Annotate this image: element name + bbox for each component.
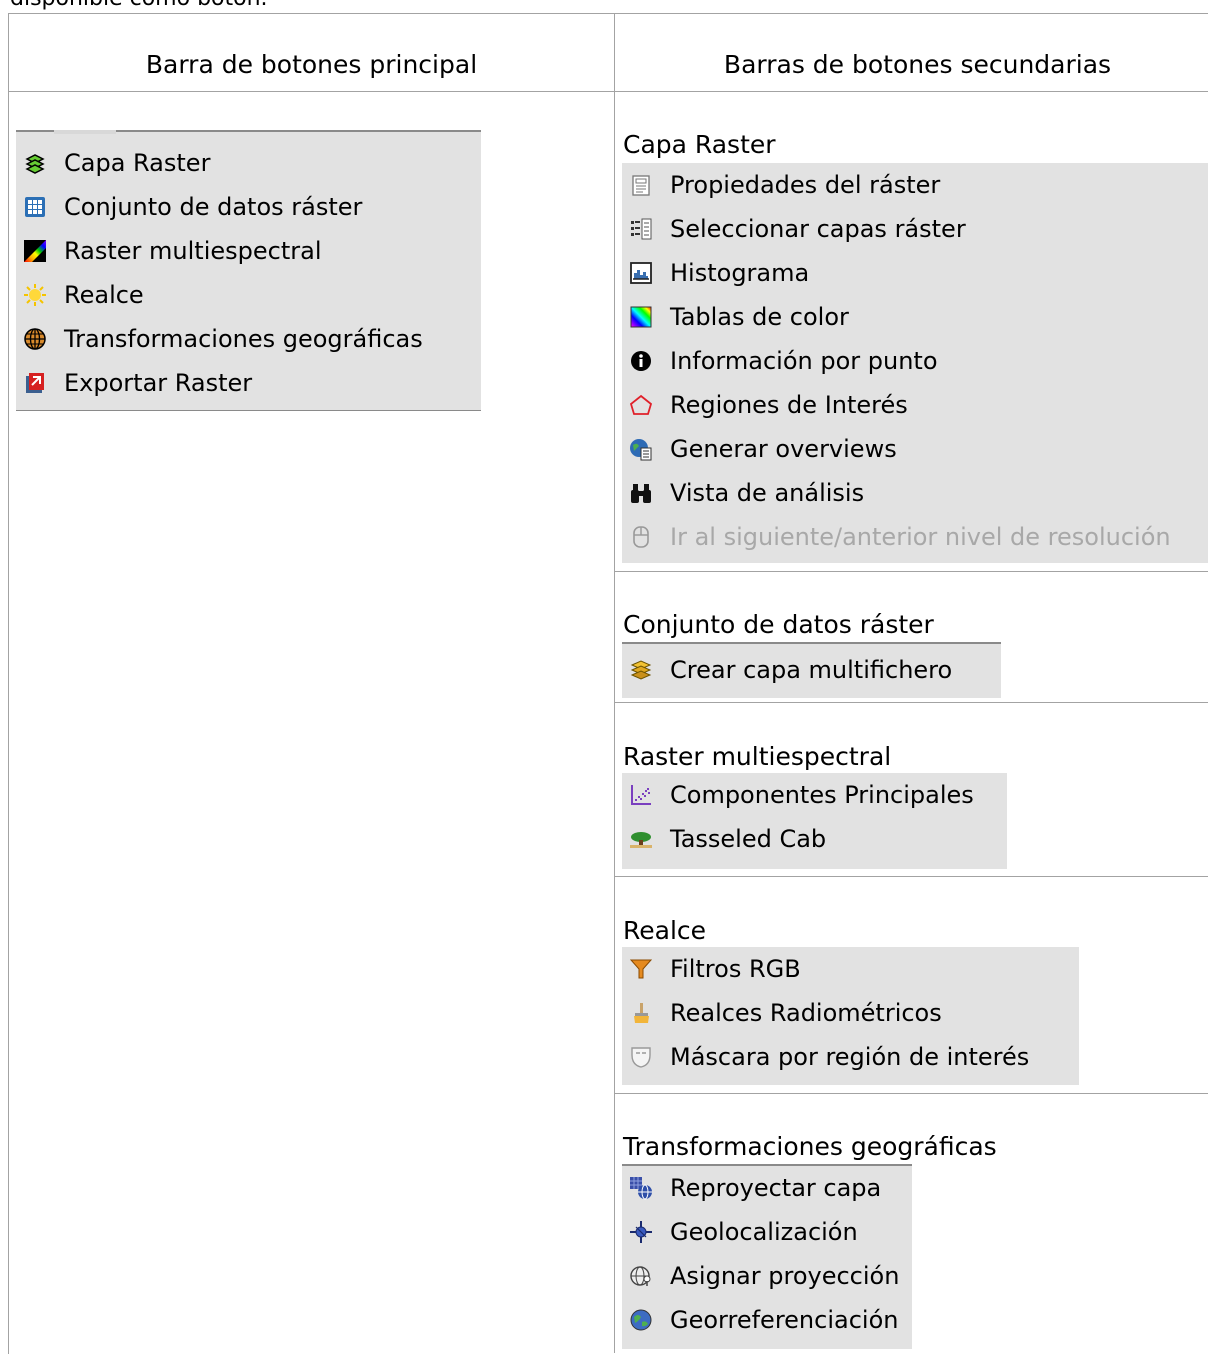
spectrum-icon: [22, 238, 48, 264]
layers-stack-icon: [22, 150, 48, 176]
multifile-layers-icon: [628, 657, 654, 683]
grid-table-icon: [22, 194, 48, 220]
main-bar-exportar[interactable]: Exportar Raster: [16, 361, 481, 405]
transformaciones-item-label: Reproyectar capa: [670, 1174, 882, 1202]
main-bar-realce[interactable]: Realce: [16, 273, 481, 317]
brush-icon: [628, 1000, 654, 1026]
assign-projection-icon: [628, 1263, 654, 1289]
transformaciones-item-label: Geolocalización: [670, 1218, 858, 1246]
row-divider: [615, 1093, 1208, 1094]
properties-icon: [628, 172, 654, 198]
transformaciones-item[interactable]: Geolocalización: [622, 1210, 912, 1254]
mask-icon: [628, 1044, 654, 1070]
main-bar-transformaciones[interactable]: Transformaciones geográficas: [16, 317, 481, 361]
realce-item-label: Realces Radiométricos: [670, 999, 942, 1027]
capa-raster-item-label: Histograma: [670, 259, 810, 287]
binoculars-icon: [628, 480, 654, 506]
section-title-realce: Realce: [623, 916, 707, 945]
row-divider: [615, 702, 1208, 703]
section-title-capa-raster: Capa Raster: [623, 130, 776, 159]
tree-icon: [628, 826, 654, 852]
intro-text: disponible como botón.: [10, 0, 268, 11]
filter-funnel-icon: [628, 956, 654, 982]
histogram-icon: [628, 260, 654, 286]
main-bar-label: Exportar Raster: [64, 369, 253, 397]
conjunto-datos-item-label: Crear capa multifichero: [670, 656, 953, 684]
capa-raster-item[interactable]: Información por punto: [622, 339, 1208, 383]
multiespectral-item[interactable]: Tasseled Cab: [622, 817, 1007, 861]
capa-raster-item-label: Generar overviews: [670, 435, 897, 463]
transformaciones-item-label: Georreferenciación: [670, 1306, 899, 1334]
section-title-transformaciones: Transformaciones geográficas: [623, 1132, 997, 1161]
capa-raster-item-label: Vista de análisis: [670, 479, 865, 507]
capa-raster-item[interactable]: Vista de análisis: [622, 471, 1208, 515]
capa-raster-item-label: Regiones de Interés: [670, 391, 908, 419]
row-divider: [615, 571, 1208, 572]
reproject-icon: [628, 1175, 654, 1201]
main-bar-label: Realce: [64, 281, 144, 309]
capa-raster-item[interactable]: Ir al siguiente/anterior nivel de resolu…: [622, 515, 1208, 559]
section-title-multiespectral: Raster multiespectral: [623, 742, 892, 771]
realce-item[interactable]: Filtros RGB: [622, 947, 1079, 991]
select-layers-icon: [628, 216, 654, 242]
main-bar-label: Transformaciones geográficas: [64, 325, 423, 353]
section-title-conjunto-datos: Conjunto de datos ráster: [623, 610, 934, 639]
transformaciones-item[interactable]: Reproyectar capa: [622, 1166, 912, 1210]
main-bar-capa-raster[interactable]: Capa Raster: [16, 141, 481, 185]
transformaciones-item[interactable]: Georreferenciación: [622, 1298, 912, 1342]
capa-raster-item[interactable]: Tablas de color: [622, 295, 1208, 339]
globe-icon: [22, 326, 48, 352]
transformaciones-item[interactable]: Asignar proyección: [622, 1254, 912, 1298]
color-table-icon: [628, 304, 654, 330]
realce-item-label: Máscara por región de interés: [670, 1043, 1030, 1071]
realce-item[interactable]: Realces Radiométricos: [622, 991, 1079, 1035]
realce-item[interactable]: Máscara por región de interés: [622, 1035, 1079, 1079]
header-secondary-bars: Barras de botones secundarias: [723, 50, 1112, 79]
conjunto-datos-bar: Crear capa multifichero: [622, 642, 1001, 698]
geolocation-icon: [628, 1219, 654, 1245]
main-bar-label: Conjunto de datos ráster: [64, 193, 363, 221]
main-bar-conjunto-datos[interactable]: Conjunto de datos ráster: [16, 185, 481, 229]
multiespectral-item-label: Componentes Principales: [670, 781, 974, 809]
realce-item-label: Filtros RGB: [670, 955, 801, 983]
main-bar-label: Capa Raster: [64, 149, 211, 177]
capa-raster-item-label: Información por punto: [670, 347, 938, 375]
info-icon: [628, 348, 654, 374]
mouse-icon: [628, 524, 654, 550]
main-button-bar: Capa Raster Conjunto de datos ráster Ras…: [16, 130, 481, 411]
row-divider: [615, 876, 1208, 877]
realce-bar: Filtros RGB Realces Radiométricos Máscar…: [622, 947, 1079, 1085]
capa-raster-item[interactable]: Regiones de Interés: [622, 383, 1208, 427]
transformaciones-bar: Reproyectar capa Geolocalización Asignar…: [622, 1164, 912, 1349]
main-bar-multiespectral[interactable]: Raster multiespectral: [16, 229, 481, 273]
column-divider: [614, 13, 615, 1353]
region-polygon-icon: [628, 392, 654, 418]
multiespectral-item-label: Tasseled Cab: [670, 825, 827, 853]
capa-raster-bar: Propiedades del ráster Seleccionar capas…: [622, 163, 1208, 563]
overviews-icon: [628, 436, 654, 462]
header-divider: [8, 91, 1208, 92]
capa-raster-item[interactable]: Generar overviews: [622, 427, 1208, 471]
transformaciones-item-label: Asignar proyección: [670, 1262, 900, 1290]
capa-raster-item-label: Tablas de color: [670, 303, 849, 331]
capa-raster-item-label: Propiedades del ráster: [670, 171, 941, 199]
main-bar-label: Raster multiespectral: [64, 237, 322, 265]
capa-raster-item[interactable]: Histograma: [622, 251, 1208, 295]
sun-icon: [22, 282, 48, 308]
multiespectral-item[interactable]: Componentes Principales: [622, 773, 1007, 817]
capa-raster-item-label: Seleccionar capas ráster: [670, 215, 966, 243]
conjunto-datos-item[interactable]: Crear capa multifichero: [622, 644, 1001, 696]
capa-raster-item-label: Ir al siguiente/anterior nivel de resolu…: [670, 523, 1171, 551]
export-icon: [22, 370, 48, 396]
capa-raster-item[interactable]: Propiedades del ráster: [622, 163, 1208, 207]
scatter-plot-icon: [628, 782, 654, 808]
header-main-bar: Barra de botones principal: [145, 50, 478, 79]
multiespectral-bar: Componentes Principales Tasseled Cab: [622, 773, 1007, 869]
capa-raster-item[interactable]: Seleccionar capas ráster: [622, 207, 1208, 251]
georeference-icon: [628, 1307, 654, 1333]
